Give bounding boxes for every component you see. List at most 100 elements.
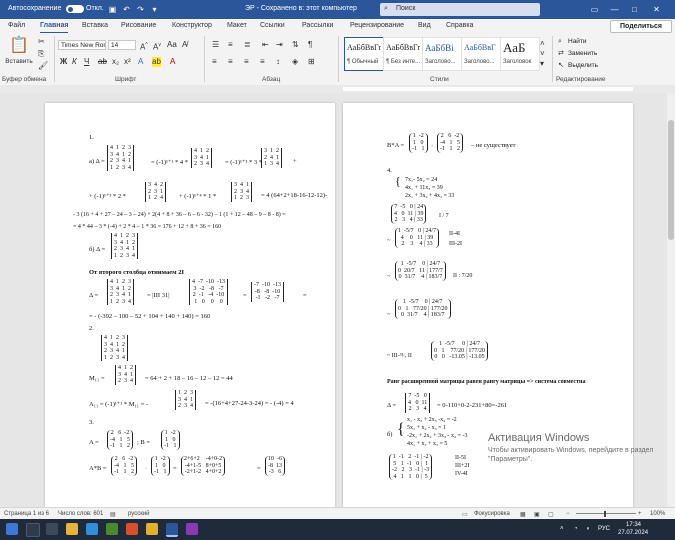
cut-icon[interactable]: ✂ (38, 37, 45, 47)
paste-icon[interactable]: 📋 (8, 37, 30, 55)
maximize-icon[interactable]: □ (630, 5, 639, 14)
save-icon[interactable]: ▣ (108, 5, 117, 14)
bullets-icon[interactable]: ☰ (212, 40, 219, 50)
replace-icon[interactable]: ⇄ (558, 49, 564, 59)
quick-access-more-icon[interactable]: ▾ (150, 5, 159, 14)
read-mode-icon[interactable]: ▦ (520, 511, 526, 518)
network-icon[interactable]: ◔ (574, 526, 578, 532)
style-no-spacing[interactable]: АаБбВвГг, ¶ Без инте... (383, 37, 423, 71)
change-case-icon[interactable]: Aa (167, 40, 177, 50)
word-count[interactable]: Число слов: 601 (58, 511, 103, 517)
borders-icon[interactable]: ⊞ (308, 57, 315, 67)
volume-icon[interactable]: ◖ (586, 526, 590, 532)
select-button[interactable]: Выделить (568, 62, 598, 69)
tab-help[interactable]: Справка (446, 22, 473, 29)
font-color-icon[interactable]: A (170, 57, 175, 67)
shading-icon[interactable]: ◈ (292, 57, 298, 67)
tab-review[interactable]: Рецензирование (350, 22, 404, 29)
subscript-icon[interactable]: x₂ (112, 57, 119, 67)
find-icon[interactable]: ⌕ (558, 37, 562, 47)
minimize-icon[interactable]: — (610, 5, 619, 14)
tab-mailings[interactable]: Рассылки (302, 22, 333, 29)
format-painter-icon[interactable]: 🖌 (38, 61, 48, 71)
replace-button[interactable]: Заменить (568, 50, 597, 57)
scrollbar-thumb[interactable] (668, 120, 674, 240)
search-box[interactable]: ⌕ Поиск (380, 3, 540, 16)
italic-icon[interactable]: К (72, 57, 77, 67)
ribbon-display-icon[interactable]: ▭ (590, 5, 599, 14)
style-heading-2[interactable]: АаБбВвГ Заголово... (461, 37, 501, 71)
page-count[interactable]: Страница 1 из 6 (4, 511, 49, 517)
focus-mode[interactable]: Фокусировка (474, 511, 510, 517)
copy-icon[interactable]: ⎘ (38, 49, 44, 59)
clock-time[interactable]: 17:34 (626, 522, 641, 528)
sort-icon[interactable]: ⇅ (292, 40, 299, 50)
redo-icon[interactable]: ↷ (136, 5, 145, 14)
align-left-icon[interactable]: ≡ (212, 57, 217, 67)
strikethrough-icon[interactable]: ab (98, 57, 107, 67)
style-title[interactable]: АаБ Заголовок (500, 37, 540, 71)
close-icon[interactable]: ✕ (652, 5, 661, 14)
style-normal[interactable]: АаБбВвГг, ¶ Обычный (344, 37, 384, 71)
web-layout-icon[interactable]: ▢ (548, 511, 554, 518)
styles-more-icon[interactable]: ▾ (540, 59, 544, 69)
clear-format-icon[interactable]: A̸ (182, 40, 187, 50)
tab-layout[interactable]: Макет (227, 22, 247, 29)
decrease-indent-icon[interactable]: ⇤ (262, 40, 269, 50)
find-button[interactable]: Найти (568, 38, 587, 45)
select-icon[interactable]: ↖ (558, 61, 564, 71)
zoom-in-icon[interactable]: + (638, 511, 642, 517)
zoom-slider-thumb[interactable] (604, 511, 606, 517)
shrink-font-icon[interactable]: Av (153, 40, 161, 53)
tab-file[interactable]: Файл (8, 22, 25, 29)
tab-insert[interactable]: Вставка (82, 22, 108, 29)
increase-indent-icon[interactable]: ⇥ (276, 40, 283, 50)
share-button[interactable]: Поделиться (610, 20, 672, 33)
app-icon[interactable] (106, 523, 118, 535)
paste-button[interactable]: Вставить (4, 57, 34, 67)
superscript-icon[interactable]: x² (124, 57, 131, 67)
font-name-select[interactable]: Times New Ron (58, 40, 106, 50)
start-icon[interactable] (6, 523, 18, 535)
page-left[interactable]: 1. а) Δ = 4 1 2 3 3 4 1 2 2 3 4 1 1 2 3 … (45, 103, 335, 507)
zoom-slider[interactable] (576, 513, 636, 514)
show-marks-icon[interactable]: ¶ (308, 40, 312, 50)
styles-scroll-up-icon[interactable]: ˄ (540, 39, 545, 49)
align-right-icon[interactable]: ≡ (244, 57, 249, 67)
tab-view[interactable]: Вид (418, 22, 431, 29)
proofing-icon[interactable]: ▤ (110, 511, 116, 518)
autosave-toggle[interactable] (66, 5, 84, 13)
print-layout-icon[interactable]: ▣ (534, 511, 540, 518)
tab-home[interactable]: Главная (40, 22, 69, 34)
line-spacing-icon[interactable]: ↕ (276, 57, 280, 67)
language[interactable]: русский (128, 511, 150, 517)
styles-scroll-down-icon[interactable]: ˅ (540, 49, 545, 59)
align-center-icon[interactable]: ≡ (228, 57, 233, 67)
justify-icon[interactable]: ≡ (260, 57, 265, 67)
file-explorer-icon[interactable] (66, 523, 78, 535)
tab-draw[interactable]: Рисование (121, 22, 156, 29)
app-icon[interactable] (146, 523, 158, 535)
highlight-icon[interactable]: ab (152, 57, 161, 67)
word-icon[interactable] (166, 523, 178, 537)
font-size-select[interactable]: 14 (108, 40, 136, 50)
clock-date[interactable]: 27.07.2024 (618, 530, 648, 536)
focus-icon[interactable]: ▭ (462, 511, 468, 518)
tab-references[interactable]: Ссылки (260, 22, 285, 29)
app-icon[interactable] (186, 523, 198, 535)
underline-icon[interactable]: Ч (84, 57, 89, 67)
style-heading-1[interactable]: АаБбВі Заголово... (422, 37, 462, 71)
task-view-icon[interactable] (46, 523, 58, 535)
bold-icon[interactable]: Ж (60, 57, 67, 67)
zoom-level[interactable]: 100% (650, 511, 665, 517)
tab-design[interactable]: Конструктор (172, 22, 212, 29)
input-language[interactable]: РУС (598, 526, 610, 532)
text-effects-icon[interactable]: A (138, 57, 143, 67)
undo-icon[interactable]: ↶ (122, 5, 131, 14)
numbering-icon[interactable]: ≡ (228, 40, 233, 50)
grow-font-icon[interactable]: A^ (140, 40, 148, 53)
tray-chevron-icon[interactable]: ˄ (560, 526, 564, 532)
zoom-out-icon[interactable]: − (566, 511, 570, 517)
multilevel-list-icon[interactable]: ≣ (244, 40, 251, 50)
app-icon[interactable] (126, 523, 138, 535)
